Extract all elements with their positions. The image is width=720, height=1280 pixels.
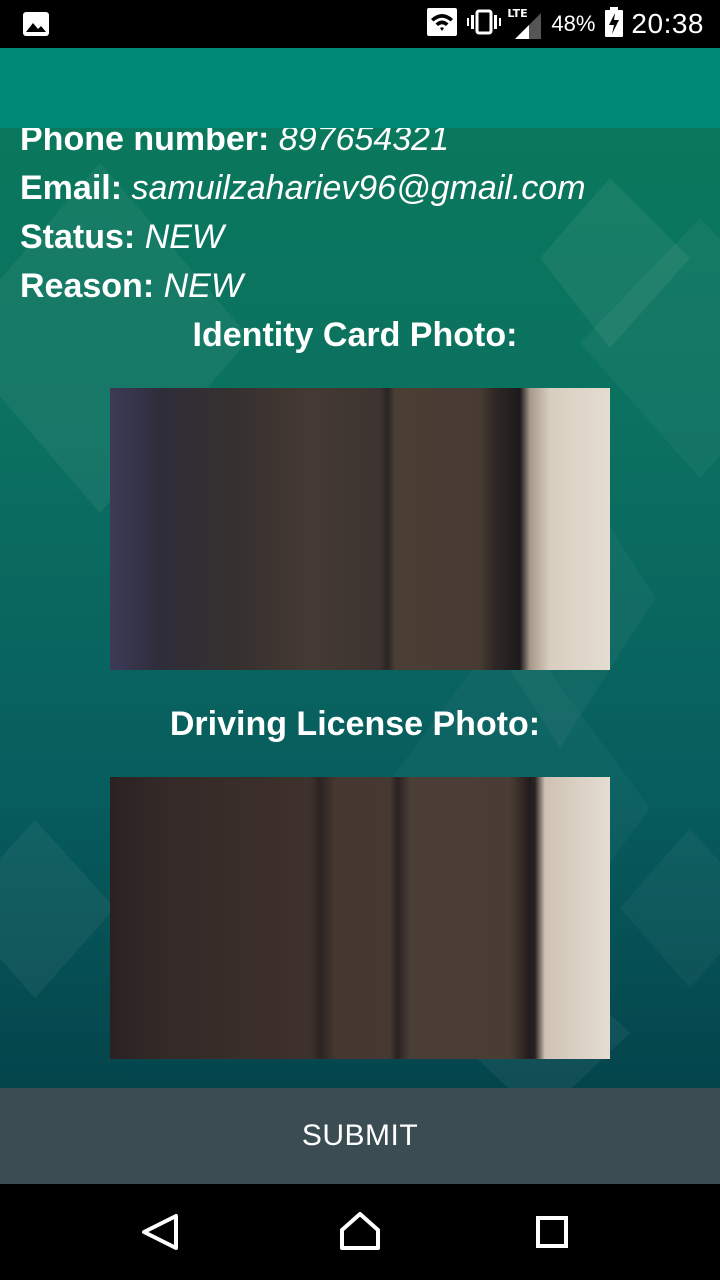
battery-charging-icon bbox=[605, 6, 624, 42]
cell-signal-icon: LTE bbox=[507, 7, 543, 39]
driving-license-title: Driving License Photo: bbox=[169, 705, 541, 743]
email-label: Email: bbox=[20, 169, 123, 207]
clock: 20:38 bbox=[631, 8, 704, 39]
identity-card-photo[interactable] bbox=[110, 388, 610, 670]
status-label: Status: bbox=[20, 218, 136, 256]
status-row: Status: NEW bbox=[20, 218, 224, 257]
status-bar: LTE 48% 20:38 bbox=[0, 0, 720, 48]
phone-row: Phone number: 897654321 bbox=[20, 128, 449, 159]
status-value: NEW bbox=[144, 218, 225, 256]
email-row: Email: samuilzahariev96@gmail.com bbox=[20, 169, 586, 208]
submit-button[interactable]: SUBMIT bbox=[0, 1088, 720, 1184]
reason-value: NEW bbox=[163, 267, 243, 305]
identity-card-title: Identity Card Photo: bbox=[192, 316, 518, 354]
driving-license-photo[interactable] bbox=[110, 777, 610, 1059]
vibrate-icon bbox=[467, 9, 502, 40]
reason-label: Reason: bbox=[20, 267, 155, 305]
email-value: samuilzahariev96@gmail.com bbox=[131, 169, 586, 207]
home-icon[interactable] bbox=[336, 1208, 384, 1256]
wifi-icon bbox=[427, 7, 458, 41]
app-screen: Phone number: 897654321 Email: samuilzah… bbox=[0, 48, 720, 1184]
details-scroll-content[interactable]: Phone number: 897654321 Email: samuilzah… bbox=[0, 128, 720, 1088]
app-toolbar bbox=[0, 48, 720, 128]
reason-row: Reason: NEW bbox=[20, 267, 243, 306]
image-notification-icon bbox=[22, 11, 50, 37]
phone-value: 897654321 bbox=[278, 128, 449, 158]
navigation-bar bbox=[0, 1184, 720, 1280]
battery-percent: 48% bbox=[551, 11, 596, 36]
recents-icon[interactable] bbox=[528, 1208, 576, 1256]
back-icon[interactable] bbox=[136, 1208, 184, 1256]
phone-label: Phone number: bbox=[20, 128, 270, 158]
